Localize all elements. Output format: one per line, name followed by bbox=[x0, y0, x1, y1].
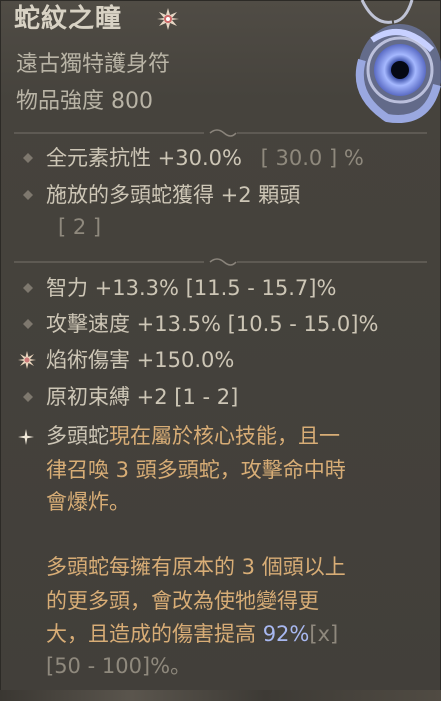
unique-power-line: 律召喚 3 頭多頭蛇，攻擊命中時 bbox=[46, 458, 346, 482]
sparkle-bullet-icon bbox=[18, 429, 34, 445]
diamond-bullet-icon bbox=[23, 283, 33, 293]
unique-power-line: 多頭蛇每擁有原本的 3 個頭以上 bbox=[46, 555, 346, 579]
diamond-bullet-icon bbox=[23, 190, 33, 200]
unique-power-line: 的更多頭，會改為使牠變得更 bbox=[46, 589, 319, 613]
unique-power-line: [50 - 100]%。 bbox=[46, 652, 191, 681]
star-burst-icon bbox=[157, 8, 179, 30]
affix-primordial-binding: 原初束縛 +2 [1 - 2] bbox=[46, 385, 239, 409]
item-type: 遠古獨特護身符 bbox=[16, 52, 171, 77]
item-tooltip: 蛇紋之瞳 遠古獨特護身符 物品強度 800 全元素抗性 +30.0% [30.… bbox=[0, 0, 441, 701]
unique-power-line: 多頭蛇現在屬於核心技能，且一 bbox=[46, 422, 340, 451]
unique-power-line: 大，且造成的傷害提高 92%[x] bbox=[46, 620, 338, 649]
item-power: 物品強度 800 bbox=[16, 89, 153, 114]
implicit-affix: 施放的多頭蛇獲得 +2 顆頭 bbox=[46, 183, 301, 207]
unique-power-text: 現在屬於核心技能，且一 bbox=[109, 424, 340, 448]
unique-power-line: 會爆炸。 bbox=[46, 490, 130, 514]
scaling-marker: [x] bbox=[309, 622, 339, 646]
scaling-range: [50 - 100]%。 bbox=[46, 654, 192, 678]
affix-pyromancy-damage: 焰術傷害 +150.0% bbox=[46, 348, 235, 372]
unique-power-text: 大，且造成的傷害提高 bbox=[46, 622, 263, 646]
diamond-bullet-icon bbox=[23, 392, 33, 402]
item-name: 蛇紋之瞳 bbox=[14, 4, 123, 34]
hydra-keyword: 多頭蛇 bbox=[46, 424, 109, 448]
affix-intelligence: 智力 +13.3% [11.5 - 15.7]% bbox=[46, 276, 337, 300]
diamond-bullet-icon bbox=[23, 319, 33, 329]
serpent-eye-amulet-icon bbox=[355, 0, 441, 123]
scaling-value: 92% bbox=[262, 622, 310, 646]
section-divider bbox=[14, 129, 427, 137]
section-divider bbox=[14, 258, 427, 266]
implicit-affix: 全元素抗性 +30.0% [ 30.0 ] % bbox=[46, 144, 364, 173]
affix-text: 全元素抗性 +30.0% bbox=[46, 146, 242, 170]
affix-attack-speed: 攻擊速度 +13.5% [10.5 - 15.0]% bbox=[46, 312, 379, 336]
flavor-text-cutoff bbox=[0, 690, 441, 701]
affix-range: [ 2 ] bbox=[58, 215, 102, 239]
star-bullet-icon bbox=[18, 351, 36, 369]
diamond-bullet-icon bbox=[23, 153, 33, 163]
affix-range: [ 30.0 ] % bbox=[260, 146, 364, 170]
